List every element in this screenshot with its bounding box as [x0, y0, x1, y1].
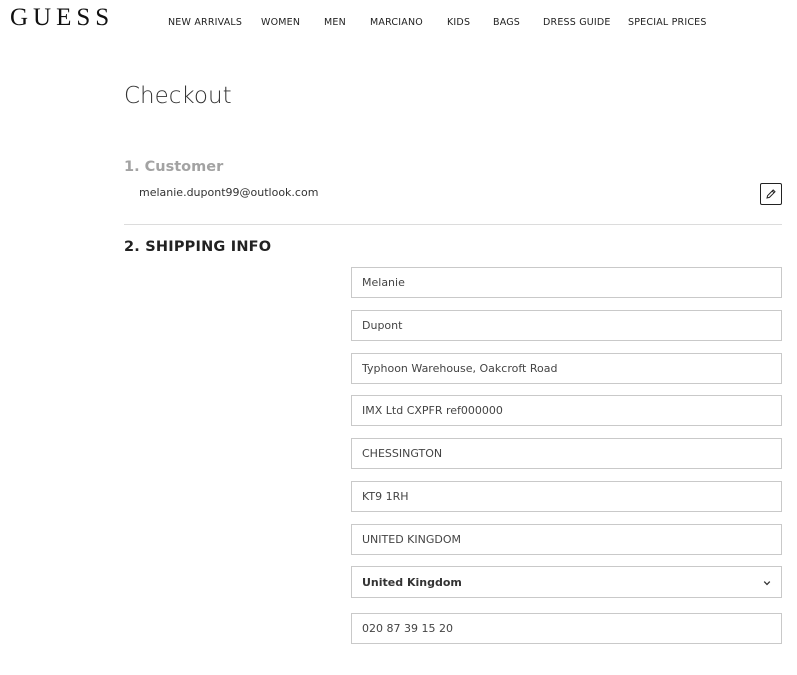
first-name-field[interactable]	[351, 267, 782, 298]
nav-item-men[interactable]: MEN	[324, 17, 346, 28]
page-title: Checkout	[124, 83, 232, 109]
chevron-down-icon	[763, 581, 771, 586]
nav-item-kids[interactable]: KIDS	[447, 17, 470, 28]
customer-step-title: 1. Customer	[124, 159, 224, 175]
country-select-value: United Kingdom	[362, 576, 462, 589]
phone-field[interactable]	[351, 613, 782, 644]
nav-item-special-prices[interactable]: SPECIAL PRICES	[628, 17, 707, 28]
pencil-icon	[766, 189, 776, 199]
address-line2-field[interactable]	[351, 395, 782, 426]
nav-item-women[interactable]: WOMEN	[261, 17, 300, 28]
customer-email: melanie.dupont99@outlook.com	[139, 186, 319, 199]
region-field[interactable]	[351, 524, 782, 555]
address-line1-field[interactable]	[351, 353, 782, 384]
country-select[interactable]: United Kingdom	[351, 566, 782, 598]
edit-customer-button[interactable]	[760, 183, 782, 205]
postcode-field[interactable]	[351, 481, 782, 512]
section-divider	[124, 224, 782, 225]
nav-item-bags[interactable]: BAGS	[493, 17, 520, 28]
guess-logo[interactable]: GUESS	[10, 4, 114, 32]
city-field[interactable]	[351, 438, 782, 469]
shipping-step-title: 2. SHIPPING INFO	[124, 239, 272, 255]
nav-item-dress-guide[interactable]: DRESS GUIDE	[543, 17, 611, 28]
last-name-field[interactable]	[351, 310, 782, 341]
nav-item-new-arrivals[interactable]: NEW ARRIVALS	[168, 17, 242, 28]
nav-item-marciano[interactable]: MARCIANO	[370, 17, 423, 28]
